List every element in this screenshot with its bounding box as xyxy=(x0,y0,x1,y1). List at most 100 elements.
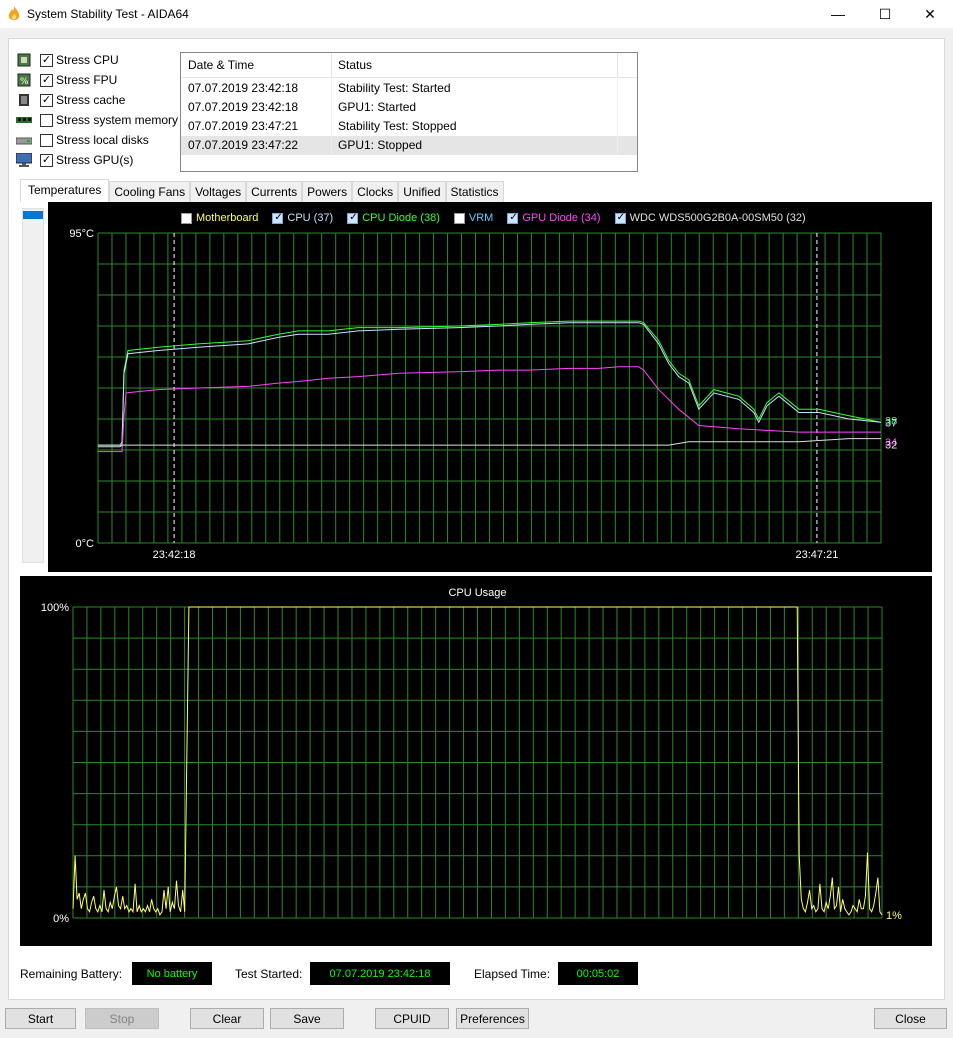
stress-option-label[interactable]: Stress local disks xyxy=(56,133,149,147)
column-header-status[interactable]: Status xyxy=(332,53,618,77)
legend-label: GPU Diode (34) xyxy=(522,212,601,224)
legend-checkbox[interactable] xyxy=(181,212,192,224)
stress-option[interactable]: Stress CPU xyxy=(16,51,119,69)
test-started-value: 07.07.2019 23:42:18 xyxy=(310,962,450,985)
log-row[interactable]: 07.07.2019 23:42:18 GPU1: Started xyxy=(181,98,637,117)
svg-text:%: % xyxy=(20,77,29,87)
column-header-datetime[interactable]: Date & Time xyxy=(181,53,332,77)
elapsed-time-value: 00:05:02 xyxy=(558,962,638,985)
memory-module-icon xyxy=(16,113,32,127)
log-row[interactable]: 07.07.2019 23:47:22 GPU1: Stopped xyxy=(181,136,637,155)
y-axis-bottom-label: 0°C xyxy=(76,538,95,550)
minimize-button[interactable]: — xyxy=(815,0,861,28)
stress-option[interactable]: % Stress FPU xyxy=(16,71,117,89)
log-time: 07.07.2019 23:42:18 xyxy=(181,79,332,98)
legend-item[interactable]: WDC WDS500G2B0A-00SM50 (32) xyxy=(614,212,806,224)
series-end-label: 37 xyxy=(885,417,897,429)
log-header: Date & Time Status xyxy=(181,53,637,78)
log-status: GPU1: Stopped xyxy=(332,136,618,155)
maximize-button[interactable]: ☐ xyxy=(862,0,908,28)
tab-clocks[interactable]: Clocks xyxy=(352,181,399,202)
clear-button[interactable]: Clear xyxy=(190,1008,264,1029)
legend-label: CPU (37) xyxy=(287,212,334,224)
stress-option[interactable]: Stress GPU(s) xyxy=(16,151,133,169)
fpu-chip-icon: % xyxy=(16,73,32,87)
remaining-battery-label: Remaining Battery: xyxy=(20,967,123,981)
save-button[interactable]: Save xyxy=(270,1008,344,1029)
legend-item[interactable]: Motherboard xyxy=(181,212,258,224)
title-bar: System Stability Test - AIDA64 — ☐ ✕ xyxy=(0,0,953,28)
y-axis-top-label: 95°C xyxy=(69,228,94,240)
stress-option-label[interactable]: Stress CPU xyxy=(56,53,119,67)
tab-statistics[interactable]: Statistics xyxy=(445,181,504,202)
legend-label: WDC WDS500G2B0A-00SM50 (32) xyxy=(629,212,806,224)
cpuid-button[interactable]: CPUID xyxy=(375,1008,449,1029)
stress-checkbox[interactable] xyxy=(40,53,53,67)
stress-checkbox[interactable] xyxy=(40,153,53,167)
chart-grid xyxy=(72,606,883,919)
log-row[interactable]: 07.07.2019 23:42:18 Stability Test: Start… xyxy=(181,79,637,98)
sensor-tabs: Temperatures Cooling Fans Voltages Currents… xyxy=(20,179,504,202)
close-button[interactable]: Close xyxy=(874,1008,947,1029)
legend-label: Motherboard xyxy=(196,212,259,224)
stress-checkbox[interactable] xyxy=(40,133,53,147)
log-time: 07.07.2019 23:47:21 xyxy=(181,117,332,136)
stress-option[interactable]: Stress system memory xyxy=(16,111,178,129)
start-button[interactable]: Start xyxy=(5,1008,76,1029)
x-tick-label: 23:42:18 xyxy=(153,549,196,561)
disk-drive-icon xyxy=(16,133,32,147)
tab-temperatures[interactable]: Temperatures xyxy=(20,179,110,202)
legend-item[interactable]: CPU (37) xyxy=(272,212,333,224)
aida64-flame-icon xyxy=(8,6,20,20)
stress-option[interactable]: Stress cache xyxy=(16,91,125,109)
stress-option-label[interactable]: Stress system memory xyxy=(56,113,178,127)
y-axis-top-label: 100% xyxy=(41,602,69,614)
stop-button[interactable]: Stop xyxy=(85,1008,159,1029)
stress-option-label[interactable]: Stress GPU(s) xyxy=(56,153,133,167)
legend-item[interactable]: GPU Diode (34) xyxy=(507,212,601,224)
legend-item[interactable]: CPU Diode (38) xyxy=(347,212,440,224)
log-status: GPU1: Started xyxy=(332,98,618,117)
legend-label: VRM xyxy=(468,212,494,224)
monitor-icon xyxy=(16,153,32,167)
tab-unified[interactable]: Unified xyxy=(398,181,446,202)
tab-voltages[interactable]: Voltages xyxy=(190,181,247,202)
legend-item[interactable]: VRM xyxy=(453,212,494,224)
x-tick-label: 23:47:21 xyxy=(796,549,839,561)
stress-checkbox[interactable] xyxy=(40,73,53,87)
stress-option-label[interactable]: Stress FPU xyxy=(56,73,117,87)
legend-checkbox[interactable] xyxy=(614,212,626,224)
chart-selector-scrollbar[interactable] xyxy=(22,208,44,563)
tab-powers[interactable]: Powers xyxy=(302,181,353,202)
cpu-usage-chart: 100% 0% CPU Usage 1% xyxy=(20,576,932,946)
cache-chip-icon xyxy=(16,93,32,107)
legend-checkbox[interactable] xyxy=(453,212,465,224)
preferences-button[interactable]: Preferences xyxy=(456,1008,529,1029)
event-log: Date & Time Status 07.07.2019 23:42:18 St… xyxy=(180,52,638,172)
tab-currents[interactable]: Currents xyxy=(246,181,303,202)
stress-checkbox[interactable] xyxy=(40,93,53,107)
legend-checkbox[interactable] xyxy=(347,212,359,224)
log-row[interactable]: 07.07.2019 23:47:21 Stability Test: Stopp… xyxy=(181,117,637,136)
cpu-chip-icon xyxy=(16,53,32,67)
legend-checkbox[interactable] xyxy=(507,212,519,224)
log-time: 07.07.2019 23:47:22 xyxy=(181,136,332,155)
log-time: 07.07.2019 23:42:18 xyxy=(181,98,332,117)
stress-checkbox[interactable] xyxy=(40,113,53,127)
series-end-label: 1% xyxy=(886,910,902,922)
y-axis-bottom-label: 0% xyxy=(53,913,69,925)
legend-checkbox[interactable] xyxy=(272,212,284,224)
log-status: Stability Test: Started xyxy=(332,79,618,98)
remaining-battery-value: No battery xyxy=(132,962,212,985)
stress-option[interactable]: Stress local disks xyxy=(16,131,149,149)
legend-label: CPU Diode (38) xyxy=(362,212,440,224)
temperature-chart: 95°C 0°C 23:42:18 23:47:21 38 37 34 32 xyxy=(48,202,932,572)
elapsed-time-label: Elapsed Time: xyxy=(474,967,551,981)
scrollbar-thumb[interactable] xyxy=(23,211,43,219)
stress-option-label[interactable]: Stress cache xyxy=(56,93,125,107)
tab-cooling-fans[interactable]: Cooling Fans xyxy=(109,181,191,202)
chart-title: CPU Usage xyxy=(448,587,506,599)
window-close-button[interactable]: ✕ xyxy=(907,0,953,28)
series-end-label: 32 xyxy=(885,440,897,452)
temperature-legend: Motherboard CPU (37) CPU Diode (38) VRM GPU … xyxy=(181,210,820,226)
